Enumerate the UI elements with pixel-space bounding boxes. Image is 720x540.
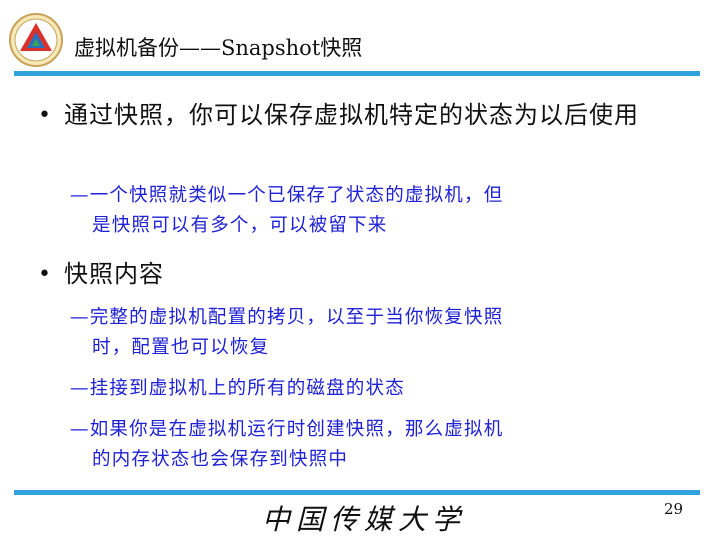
sub-bullet: —一个快照就类似一个已保存了状态的虚拟机，但 是快照可以有多个，可以被留下来 <box>70 181 694 241</box>
sub-bullet: —完整的虚拟机配置的拷贝，以至于当你恢复快照 时，配置也可以恢复 <box>70 303 694 363</box>
page-number: 29 <box>664 500 684 518</box>
slide-content: • 通过快照，你可以保存虚拟机特定的状态为以后使用 —一个快照就类似一个已保存了… <box>0 0 720 540</box>
sub-bullet: —如果你是在虚拟机运行时创建快照，那么虚拟机 的内存状态也会保存到快照中 <box>70 415 694 475</box>
sub-bullet-line: —完整的虚拟机配置的拷贝，以至于当你恢复快照 <box>70 307 504 328</box>
sub-bullet-line: 时，配置也可以恢复 <box>92 337 270 358</box>
sub-bullet-line: —如果你是在虚拟机运行时创建快照，那么虚拟机 <box>70 419 504 440</box>
bullet-dot: • <box>38 103 51 128</box>
bullet-text: 通过快照，你可以保存虚拟机特定的状态为以后使用 <box>64 101 639 129</box>
bullet-text: 快照内容 <box>64 260 164 288</box>
sub-bullet-line: 的内存状态也会保存到快照中 <box>92 449 349 470</box>
footer-divider <box>14 490 700 495</box>
sub-bullet-line: —挂接到虚拟机上的所有的磁盘的状态 <box>70 378 405 399</box>
sub-bullet-line: 是快照可以有多个，可以被留下来 <box>92 215 388 236</box>
university-name: 中国传媒大学 <box>262 503 467 536</box>
sub-bullet: —挂接到虚拟机上的所有的磁盘的状态 <box>70 374 694 404</box>
sub-bullet-line: —一个快照就类似一个已保存了状态的虚拟机，但 <box>70 185 504 206</box>
bullet-dot: • <box>38 262 51 287</box>
